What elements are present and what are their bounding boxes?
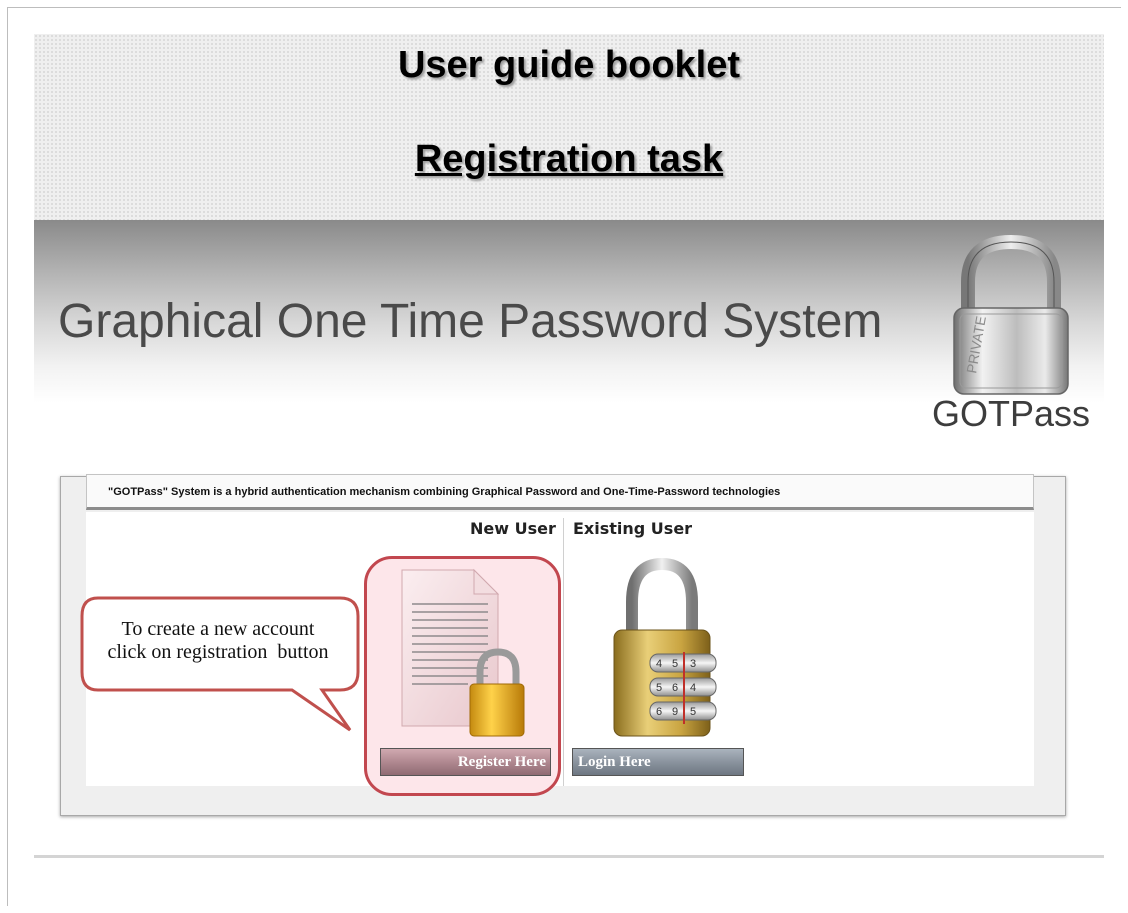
column-divider: [563, 518, 564, 786]
page-title: User guide booklet: [397, 44, 741, 86]
page-subtitle: Registration task: [414, 138, 724, 180]
new-user-header: New User: [470, 519, 556, 538]
callout-line-1: To create a new account: [121, 618, 315, 640]
existing-user-header: Existing User: [573, 519, 693, 538]
combination-padlock-icon[interactable]: 4 5 3 5 6 4 6 9 5: [604, 558, 720, 744]
dial-digit: 3: [690, 658, 696, 670]
padlock-icon: PRIVATE: [953, 234, 1069, 395]
brand-name: GOTPass: [932, 393, 1091, 434]
callout-line-2: click on registration button: [107, 641, 329, 663]
dial-digit: 4: [690, 682, 696, 694]
app-description: "GOTPass" System is a hybrid authenticat…: [108, 486, 781, 498]
register-button[interactable]: Register Here: [380, 748, 551, 776]
dial-digit: 5: [656, 682, 662, 694]
dial-digit: 9: [672, 706, 678, 718]
dial-digit: 6: [656, 706, 662, 718]
dial-digit: 4: [656, 658, 662, 670]
dial-digit: 5: [672, 658, 678, 670]
callout-bubble: [80, 596, 360, 732]
bottom-divider: [34, 855, 1104, 858]
dial-digit: 6: [672, 682, 678, 694]
banner-title: Graphical One Time Password System: [58, 295, 883, 348]
document-with-padlock-icon[interactable]: [396, 568, 526, 740]
dial-digit: 5: [690, 706, 696, 718]
callout-text: To create a new account click on registr…: [86, 618, 350, 664]
login-button[interactable]: Login Here: [572, 748, 744, 776]
